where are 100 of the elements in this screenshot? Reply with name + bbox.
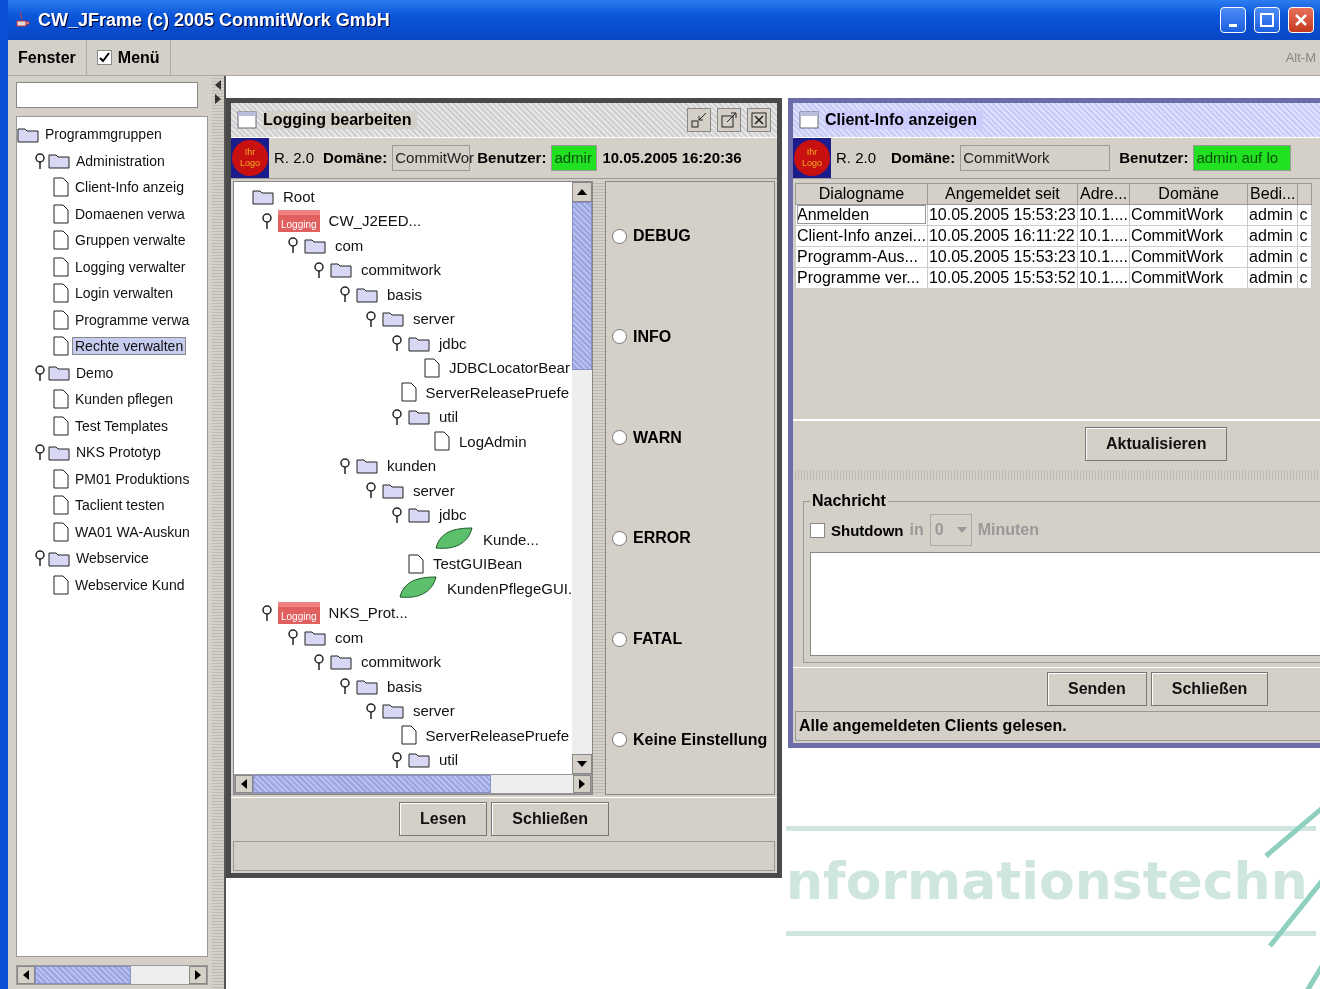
menu-item[interactable]: Menü <box>86 40 171 75</box>
tree-item[interactable]: WA01 WA-Auskun <box>72 522 193 541</box>
document-icon <box>53 574 69 595</box>
tree-item[interactable]: PM01 Produktions <box>72 469 193 488</box>
refresh-button[interactable]: Aktualisieren <box>1085 426 1228 461</box>
tree-item[interactable]: Administration <box>73 151 168 170</box>
in-label: in <box>909 521 924 540</box>
close-icon <box>1294 13 1308 27</box>
tree-item[interactable]: NKS_Prot... <box>325 603 411 623</box>
arrow-right-icon <box>578 779 586 790</box>
tree-item[interactable]: NKS Prototyp <box>73 443 164 462</box>
menu-item[interactable]: Fenster <box>8 40 87 75</box>
level-radio[interactable]: DEBUG <box>612 227 768 246</box>
tree-item[interactable]: server <box>410 309 458 329</box>
shortcut-hint: Alt-M <box>1285 50 1317 65</box>
dialog-button[interactable]: Schließen <box>1150 671 1269 706</box>
document-icon <box>53 309 69 330</box>
column-header[interactable]: Angemeldet seit <box>927 183 1078 205</box>
maximize-button[interactable] <box>717 107 741 132</box>
vertical-scrollbar[interactable] <box>572 181 592 775</box>
domain-label: Domäne: <box>323 149 388 167</box>
column-header[interactable]: Dialogname <box>795 183 928 205</box>
folder-icon <box>408 334 430 352</box>
tree-item[interactable]: Test Templates <box>72 416 172 435</box>
column-header[interactable]: Bedi... <box>1247 183 1298 205</box>
level-radio[interactable]: FATAL <box>612 630 768 649</box>
tree-item[interactable]: Client-Info anzeig <box>72 178 187 197</box>
folder-icon <box>304 236 326 254</box>
tree-item[interactable]: com <box>332 627 367 647</box>
tree-item[interactable]: util <box>436 750 462 770</box>
tree-item[interactable]: Kunden pflegen <box>72 390 177 409</box>
arrow-right-icon[interactable] <box>215 94 221 104</box>
tree-item[interactable]: KundenPflegeGUI. <box>444 578 572 598</box>
tree-item[interactable]: server <box>410 701 458 721</box>
tree-item[interactable]: basis <box>384 284 426 304</box>
tree-item[interactable]: Webservice <box>73 549 152 568</box>
folder-icon <box>356 457 378 475</box>
tree-item[interactable]: Programme verwa <box>72 310 193 329</box>
folder-icon <box>356 677 378 695</box>
folder-icon <box>408 506 430 524</box>
tree-item[interactable]: basis <box>384 676 426 696</box>
level-radio[interactable]: Keine Einstellung <box>612 730 768 749</box>
tree-item[interactable]: commitwork <box>358 652 444 672</box>
tree-item[interactable]: LogAdmin <box>456 431 530 451</box>
horizontal-scrollbar[interactable] <box>234 774 592 795</box>
tree-item[interactable]: commitwork <box>358 260 444 280</box>
tree-item[interactable]: util <box>436 407 462 427</box>
tree-item[interactable]: Domaenen verwa <box>72 204 188 223</box>
tree-item[interactable]: Taclient testen <box>72 496 168 515</box>
minimize-button[interactable] <box>687 107 711 132</box>
minutes-label: Minuten <box>977 521 1040 540</box>
folder-icon <box>48 443 70 461</box>
expand-handle-icon <box>340 678 350 695</box>
search-field[interactable] <box>16 82 198 108</box>
level-radio[interactable]: WARN <box>612 428 768 447</box>
folder-icon <box>17 125 39 143</box>
arrow-left-icon[interactable] <box>215 80 221 90</box>
timestamp: 10.05.2005 16:20:36 <box>602 149 742 167</box>
tree-item[interactable]: TestGUIBean <box>430 554 526 574</box>
expand-handle-icon <box>314 653 324 670</box>
expand-handle-icon <box>392 335 402 352</box>
folder-icon <box>408 408 430 426</box>
level-radio[interactable]: INFO <box>612 327 768 346</box>
tree-item[interactable]: jdbc <box>436 333 470 353</box>
dialog-button[interactable]: Schließen <box>491 801 609 836</box>
expand-handle-icon <box>262 604 272 621</box>
tree-item[interactable]: JDBCLocatorBear <box>446 358 572 378</box>
tree-item[interactable]: server <box>410 480 458 500</box>
tree-item[interactable]: Logging verwalter <box>72 257 189 276</box>
tree-item[interactable]: Root <box>280 186 318 206</box>
logging-badge: Logging <box>278 209 320 232</box>
column-header[interactable]: Domäne <box>1129 183 1248 205</box>
tree-item[interactable]: ServerReleasePruefe <box>422 725 572 745</box>
expand-handle-icon <box>35 444 45 461</box>
folder-icon <box>408 751 430 769</box>
column-header[interactable]: Adre... <box>1077 183 1130 205</box>
tree-item[interactable]: com <box>332 235 367 255</box>
dialog-button[interactable]: Senden <box>1047 671 1147 706</box>
tree-item[interactable]: jdbc <box>436 505 470 525</box>
close-button[interactable] <box>747 107 771 132</box>
tree-item[interactable]: kunden <box>384 456 440 476</box>
level-radio[interactable]: ERROR <box>612 529 768 548</box>
tree-item[interactable]: CW_J2EED... <box>325 211 425 231</box>
arrow-up-icon <box>577 188 587 196</box>
tree-item[interactable]: Programmgruppen <box>42 125 165 144</box>
shutdown-checkbox[interactable] <box>810 522 825 538</box>
document-icon <box>53 256 69 277</box>
tree-item[interactable]: Rechte verwalten <box>72 337 187 356</box>
tree-item[interactable]: Login verwalten <box>72 284 177 303</box>
document-icon <box>53 230 69 251</box>
tree-item[interactable]: ServerReleasePruefe <box>422 382 572 402</box>
tree-item[interactable]: Gruppen verwalte <box>72 231 189 250</box>
document-icon <box>53 203 69 224</box>
tree-item[interactable]: Demo <box>73 363 117 382</box>
horizontal-scrollbar[interactable] <box>16 965 208 985</box>
dialog-button[interactable]: Lesen <box>399 801 488 836</box>
tree-item[interactable]: Kunde... <box>480 529 542 549</box>
message-field[interactable] <box>810 552 1320 657</box>
expand-handle-icon <box>35 364 45 381</box>
tree-item[interactable]: Webservice Kund <box>72 575 188 594</box>
